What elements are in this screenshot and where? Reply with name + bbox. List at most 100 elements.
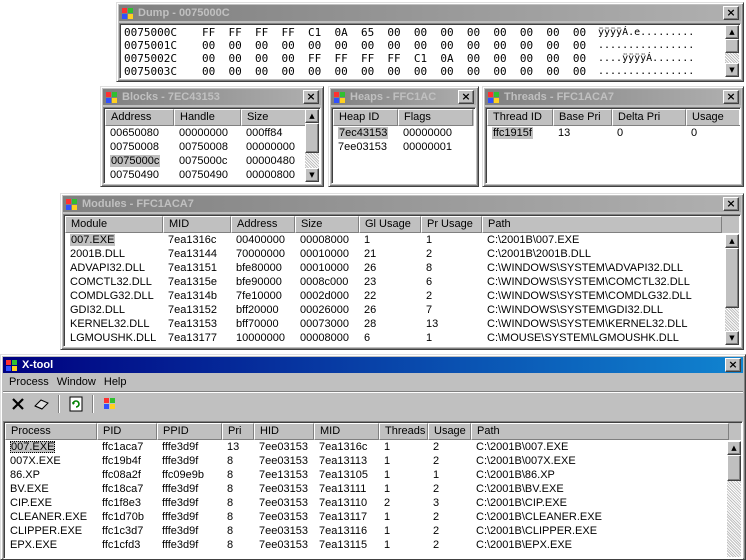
blocks-column-header[interactable]: Handle	[174, 109, 241, 126]
process-column-header[interactable]: PID	[97, 423, 157, 440]
blocks-titlebar[interactable]: Blocks - 7EC43153 ×	[103, 89, 321, 105]
threads-column-header[interactable]: Base Pri	[553, 109, 612, 126]
dump-titlebar[interactable]: Dump - 0075000C ×	[119, 5, 741, 21]
process-column-header[interactable]: Pri	[222, 423, 254, 440]
modules-cell: C:\WINDOWS\SYSTEM\COMCTL32.DLL	[487, 276, 690, 288]
close-icon[interactable]: ×	[723, 6, 739, 20]
blocks-row[interactable]: 0075000c 0075000c 00000480	[105, 154, 307, 168]
blocks-column-header[interactable]: Address	[105, 109, 174, 126]
process-column-header[interactable]: Path	[471, 423, 729, 440]
blocks-column-header[interactable]: Size	[241, 109, 307, 126]
blocks-cell: 00000480	[246, 155, 295, 167]
blocks-row[interactable]: 00750490 00750490 00000800	[105, 168, 307, 182]
process-row[interactable]: EPX.EXE ffc1cfd3 fffe3d9f 8 7ee03153 7ea13115…	[5, 538, 729, 552]
modules-row[interactable]: GDI32.DLL 7ea13152 bff20000 00026000 26 7 C:\W…	[65, 303, 722, 317]
process-row[interactable]: BV.EXE ffc18ca7 fffe3d9f 8 7ee03153 7ea13111 1…	[5, 482, 729, 496]
process-row[interactable]: 86.XP ffc08a2f ffc09e9b 8 7ee13153 7ea13105 1 1…	[5, 468, 729, 482]
modules-row[interactable]: 2001B.DLL 7ea13144 70000000 00010000 21 2 C:\2…	[65, 247, 722, 261]
process-row[interactable]: CLEANER.EXE ffc1d70b fffe3d9f 8 7ee03153 7ea1…	[5, 510, 729, 524]
process-column-header[interactable]: Process	[5, 423, 97, 440]
close-icon[interactable]: ×	[723, 197, 739, 211]
process-cell: 7ee03153	[259, 511, 308, 523]
modules-column-header[interactable]: Gl Usage	[359, 216, 421, 233]
modules-cell: COMCTL32.DLL	[70, 276, 152, 288]
modules-row[interactable]: KERNEL32.DLL 7ea13153 bff70000 00073000 28 13…	[65, 317, 722, 331]
scroll-down-icon[interactable]: ▼	[305, 168, 319, 182]
dump-pane[interactable]: 0075000C FF FF FF FF C1 0A 65 00 00 00 00…	[119, 23, 741, 79]
threads-column-header[interactable]: Thread ID	[487, 109, 553, 126]
threads-list[interactable]: Thread ID Base Pri Delta Pri Usage ffc1915f…	[485, 107, 741, 184]
menu-process[interactable]: Process	[5, 376, 53, 388]
refresh-icon[interactable]	[65, 393, 87, 414]
scroll-thumb[interactable]	[725, 39, 739, 53]
heaps-row[interactable]: 7ec43153 00000000	[333, 126, 473, 140]
heaps-titlebar[interactable]: Heaps - FFC1AC ×	[331, 89, 476, 105]
close-icon[interactable]: ×	[723, 90, 739, 104]
blocks-row[interactable]: 00750008 00750008 00000000	[105, 140, 307, 154]
scroll-thumb[interactable]	[305, 123, 319, 153]
process-row[interactable]: CIP.EXE ffc1f8e3 fffe3d9f 8 7ee03153 7ea13110…	[5, 496, 729, 510]
blocks-cell: 00000800	[246, 169, 295, 181]
heaps-list[interactable]: Heap ID Flags 7ec43153 00000000 7ee03153 000…	[331, 107, 476, 184]
blocks-scrollbar[interactable]: ▲ ▼	[305, 109, 319, 182]
scroll-up-icon[interactable]: ▲	[725, 234, 739, 248]
threads-column-header[interactable]: Delta Pri	[612, 109, 686, 126]
modules-column-header[interactable]: Pr Usage	[421, 216, 482, 233]
process-column-header[interactable]: Usage	[428, 423, 471, 440]
modules-column-header[interactable]: MID	[163, 216, 231, 233]
scroll-up-icon[interactable]: ▲	[305, 109, 319, 123]
dump-scrollbar[interactable]: ▲ ▼	[725, 25, 739, 77]
modules-column-header[interactable]: Module	[65, 216, 163, 233]
xtool-titlebar[interactable]: X-tool ×	[3, 357, 743, 373]
process-cell: fffe3d9f	[162, 441, 199, 453]
modules-row[interactable]: LGMOUSHK.DLL 7ea13177 10000000 00008000 6 1 C:…	[65, 331, 722, 345]
modules-column-header[interactable]: Path	[482, 216, 722, 233]
heaps-cell: 7ec43153	[338, 127, 389, 139]
threads-row[interactable]: ffc1915f 13 0 0	[487, 126, 740, 140]
process-column-header[interactable]: MID	[314, 423, 379, 440]
heaps-column-header[interactable]: Flags	[398, 109, 473, 126]
scroll-up-icon[interactable]: ▲	[727, 441, 741, 455]
close-icon[interactable]: ×	[458, 90, 474, 104]
modules-row[interactable]: COMCTL32.DLL 7ea1315e bfe90000 0008c000 23 6 C…	[65, 275, 722, 289]
kill-process-icon[interactable]	[7, 393, 29, 414]
process-column-header[interactable]: PPID	[157, 423, 222, 440]
scroll-down-icon[interactable]: ▼	[725, 331, 739, 345]
modules-column-header[interactable]: Size	[295, 216, 359, 233]
threads-column-header[interactable]: Usage	[686, 109, 740, 126]
process-row[interactable]: 007X.EXE ffc19b4f fffe3d9f 8 7ee03153 7ea1311…	[5, 454, 729, 468]
scroll-up-icon[interactable]: ▲	[725, 25, 739, 39]
process-column-header[interactable]: HID	[254, 423, 314, 440]
process-cell: 7ee03153	[259, 455, 308, 467]
modules-row[interactable]: ADVAPI32.DLL 7ea13151 bfe80000 00010000 26 8 C…	[65, 261, 722, 275]
process-list[interactable]: Process PID PPID Pri HID MID Threads Usage Path …	[3, 421, 743, 559]
modules-row[interactable]: COMDLG32.DLL 7ea1314b 7fe10000 0002d000 22 2 C…	[65, 289, 722, 303]
modules-scrollbar[interactable]: ▲ ▼	[725, 234, 739, 345]
menu-window[interactable]: Window	[53, 376, 100, 388]
blocks-list[interactable]: Address Handle Size 00650080 00000000 000ff8…	[103, 107, 321, 184]
modules-list[interactable]: Module MID Address Size Gl Usage Pr Usage Path…	[63, 214, 741, 347]
scroll-down-icon[interactable]: ▼	[725, 63, 739, 77]
process-row[interactable]: CLIPPER.EXE ffc1c3d7 fffe3d9f 8 7ee03153 7ea1…	[5, 524, 729, 538]
modules-cell: C:\MOUSE\SYSTEM\LGMOUSHK.DLL	[487, 332, 679, 344]
process-column-header[interactable]: Threads	[379, 423, 428, 440]
modules-titlebar[interactable]: Modules - FFC1ACA7 ×	[63, 196, 741, 212]
process-row[interactable]: 007.EXE ffc1aca7 fffe3d9f 13 7ee03153 7ea1316…	[5, 440, 729, 454]
scroll-thumb[interactable]	[725, 248, 739, 308]
eraser-icon[interactable]	[31, 393, 53, 414]
process-scrollbar[interactable]: ▲	[727, 441, 741, 557]
menu-help[interactable]: Help	[100, 376, 131, 388]
modules-row[interactable]: 007.EXE 7ea1316c 00400000 00008000 1 1 C:\2001…	[65, 233, 722, 247]
blocks-row[interactable]: 00650080 00000000 000ff84	[105, 126, 307, 140]
threads-titlebar[interactable]: Threads - FFC1ACA7 ×	[485, 89, 741, 105]
windows-logo-icon[interactable]	[99, 393, 121, 414]
heaps-row[interactable]: 7ee03153 00000001	[333, 140, 473, 154]
heaps-column-header[interactable]: Heap ID	[333, 109, 398, 126]
scroll-thumb[interactable]	[727, 455, 741, 481]
close-icon[interactable]: ×	[303, 90, 319, 104]
process-cell: 8	[227, 511, 234, 523]
modules-column-header[interactable]: Address	[231, 216, 295, 233]
process-cell: BV.EXE	[10, 483, 49, 495]
heaps-title: Heaps - FFC1AC	[350, 91, 437, 103]
close-icon[interactable]: ×	[725, 358, 741, 372]
